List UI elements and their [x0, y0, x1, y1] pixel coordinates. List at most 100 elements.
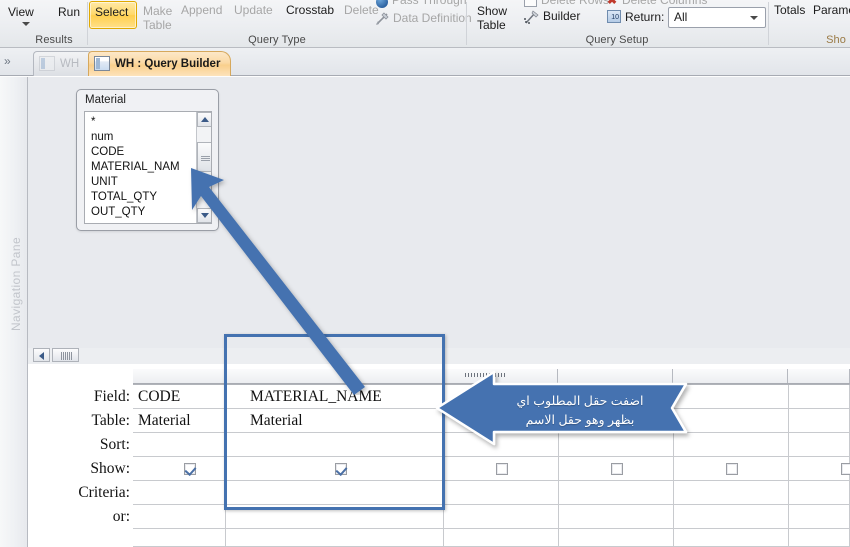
field-list-scrollbar[interactable] [196, 112, 211, 223]
access-query-builder-window: View Run Results Select Make Table Appen… [0, 0, 850, 547]
expand-navigation-chevron-icon[interactable]: » [4, 54, 11, 68]
cell-or-col4[interactable] [559, 505, 674, 529]
field-value-col2: MATERIAL_NAME [250, 388, 382, 405]
delete-query-button[interactable]: Delete [344, 4, 379, 17]
table-field-list-material[interactable]: Material * num CODE MATERIAL_NAM UNIT TO… [76, 89, 219, 231]
builder-icon [524, 10, 539, 24]
delete-columns-button[interactable]: Delete Columns [622, 0, 707, 7]
field-item-out-qty[interactable]: OUT_QTY [91, 206, 145, 218]
select-query-button[interactable]: Select [95, 6, 128, 19]
show-checkbox-col5[interactable] [726, 463, 738, 475]
query-design-grid[interactable]: Field: Table: Sort: Show: Criteria: or: … [28, 384, 850, 547]
field-item-total-qty[interactable]: TOTAL_QTY [91, 191, 157, 203]
data-definition-button[interactable]: Data Definition [393, 12, 472, 25]
grid-column-selector-strip[interactable] [133, 369, 850, 384]
cell-or-col2[interactable] [226, 505, 444, 529]
field-list-items[interactable]: * num CODE MATERIAL_NAM UNIT TOTAL_QTY O… [84, 111, 212, 224]
update-query-button[interactable]: Update [234, 4, 273, 17]
row-label-field: Field: [93, 388, 130, 405]
cell-or-col5[interactable] [674, 505, 789, 529]
cell-table-col6[interactable] [789, 409, 850, 433]
show-checkbox-col2[interactable] [335, 463, 347, 475]
cell-criteria-col4[interactable] [559, 481, 674, 505]
cell-criteria-col2[interactable] [226, 481, 444, 505]
column-selector-5[interactable] [673, 369, 788, 383]
scrollbar-thumb-grip-icon [201, 156, 210, 161]
scroll-down-arrow-icon [201, 213, 209, 218]
delete-rows-button[interactable]: Delete Rows [541, 0, 609, 7]
show-table-button-line2[interactable]: Table [477, 18, 506, 32]
show-table-button-line1[interactable]: Show [477, 4, 507, 18]
cell-show-col1[interactable] [133, 457, 226, 481]
show-checkbox-col1[interactable] [184, 463, 196, 475]
cell-sort-col6[interactable] [789, 433, 850, 457]
scroll-up-button[interactable] [197, 112, 211, 127]
append-query-button[interactable]: Append [181, 4, 222, 17]
design-area-horizontal-scrollbar[interactable] [28, 348, 850, 364]
field-list-title: Material [85, 94, 126, 106]
totals-button[interactable]: Totals [774, 4, 805, 17]
cell-sort-col2[interactable] [226, 433, 444, 457]
view-button[interactable]: View [8, 6, 34, 19]
cell-criteria-col3[interactable] [444, 481, 559, 505]
ribbon-group-label-show-hide: Sho [826, 34, 846, 46]
cell-or-col1[interactable] [133, 505, 226, 529]
pass-through-icon [376, 0, 388, 8]
column-selector-1[interactable] [133, 369, 225, 383]
cell-criteria-col6[interactable] [789, 481, 850, 505]
builder-button[interactable]: Builder [543, 10, 580, 23]
cell-extra-col5[interactable] [674, 529, 789, 547]
row-label-or: or: [112, 508, 130, 525]
cell-extra-col4[interactable] [559, 529, 674, 547]
crosstab-query-button[interactable]: Crosstab [286, 4, 334, 17]
cell-field-col5[interactable] [674, 385, 789, 409]
tab-wh-query-builder[interactable]: WH : Query Builder [88, 51, 231, 76]
cell-extra-col2[interactable] [226, 529, 444, 547]
cell-criteria-col1[interactable] [133, 481, 226, 505]
cell-field-col6[interactable] [789, 385, 850, 409]
make-table-button-line1[interactable]: Make [143, 4, 172, 18]
column-selector-6[interactable] [788, 369, 850, 383]
cell-extra-col1[interactable] [133, 529, 226, 547]
pass-through-button[interactable]: Pass Through [392, 0, 467, 7]
field-item-num[interactable]: num [91, 131, 113, 143]
cell-extra-col3[interactable] [444, 529, 559, 547]
scrollbar-thumb[interactable] [197, 142, 211, 172]
run-button[interactable]: Run [58, 6, 80, 19]
hscroll-left-button[interactable] [33, 348, 50, 362]
show-checkbox-col6[interactable] [841, 463, 850, 475]
tab-wh-label: WH [60, 58, 80, 70]
cell-extra-col6[interactable] [789, 529, 850, 547]
view-dropdown-caret[interactable] [22, 22, 30, 26]
cell-sort-col5[interactable] [674, 433, 789, 457]
show-checkbox-col4[interactable] [611, 463, 623, 475]
field-item-unit[interactable]: UNIT [91, 176, 118, 188]
cell-criteria-col5[interactable] [674, 481, 789, 505]
cell-or-col3[interactable] [444, 505, 559, 529]
table-value-col2: Material [250, 412, 303, 429]
scroll-left-arrow-icon [39, 352, 44, 360]
scroll-down-button[interactable] [197, 208, 211, 223]
cell-sort-col3[interactable] [444, 433, 559, 457]
scroll-up-arrow-icon [201, 117, 209, 122]
field-item-star[interactable]: * [91, 116, 95, 128]
field-item-material-name[interactable]: MATERIAL_NAM [91, 161, 180, 173]
show-checkbox-col3[interactable] [496, 463, 508, 475]
cell-or-col6[interactable] [789, 505, 850, 529]
return-dropdown-caret[interactable] [750, 16, 758, 20]
make-table-button-line2[interactable]: Table [143, 18, 172, 32]
cell-sort-col1[interactable] [133, 433, 226, 457]
field-item-code[interactable]: CODE [91, 146, 124, 158]
table-icon [39, 56, 55, 71]
parameters-button[interactable]: Paramete [813, 4, 850, 17]
cell-sort-col4[interactable] [559, 433, 674, 457]
hscroll-thumb[interactable] [52, 348, 79, 362]
column-resize-dots-icon [465, 373, 507, 377]
column-selector-4[interactable] [558, 369, 673, 383]
cell-table-col5[interactable] [674, 409, 789, 433]
row-label-criteria: Criteria: [78, 484, 130, 501]
hscroll-thumb-grip-icon [61, 352, 72, 360]
tab-wh-query-builder-label: WH : Query Builder [115, 58, 221, 70]
column-selector-2[interactable] [225, 369, 443, 383]
navigation-pane[interactable]: Navigation Pane [0, 77, 28, 547]
